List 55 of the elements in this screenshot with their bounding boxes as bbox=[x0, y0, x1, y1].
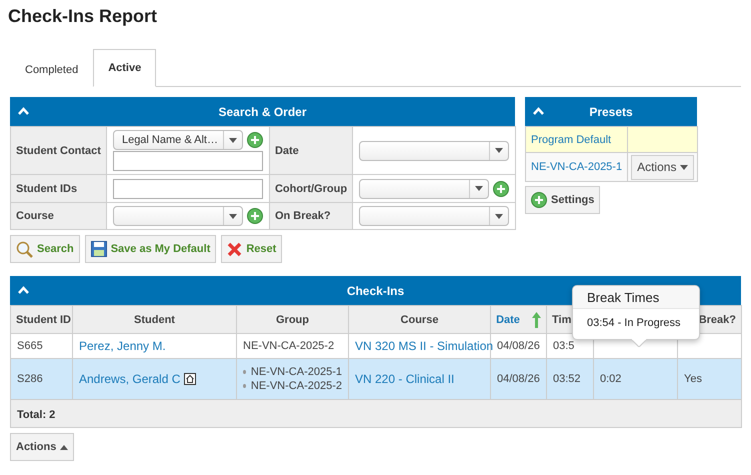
student-link[interactable]: Perez, Jenny M. bbox=[79, 339, 166, 353]
field-label: Cohort/Group bbox=[269, 174, 353, 202]
column-header[interactable]: Date bbox=[490, 306, 546, 334]
field-label: Student IDs bbox=[10, 174, 106, 202]
add-icon[interactable] bbox=[246, 132, 263, 148]
tab[interactable]: Active bbox=[93, 49, 156, 87]
save-button[interactable]: Save as My Default bbox=[84, 235, 216, 263]
text-field[interactable] bbox=[112, 179, 263, 199]
caret-up-icon bbox=[60, 444, 68, 450]
column-header: Group bbox=[236, 306, 348, 334]
collapse-icon[interactable] bbox=[18, 107, 29, 115]
collapse-icon[interactable] bbox=[18, 286, 29, 294]
column-header: Student bbox=[72, 306, 236, 334]
table-row[interactable]: S286 Andrews, Gerald C NE-VN-CA-2025-1 NE-VN-CA-2025-2 VN 220 - Clinical II 04/08/26 03:52 0:02 Yes bbox=[10, 358, 742, 400]
bullet-icon bbox=[243, 384, 246, 388]
caret-down-icon bbox=[475, 186, 484, 191]
group-name: NE-VN-CA-2025-2 bbox=[243, 340, 334, 352]
actions-button[interactable]: Actions bbox=[10, 433, 74, 461]
caret-down-icon bbox=[228, 138, 237, 142]
actions-button[interactable]: Actions bbox=[631, 154, 694, 180]
popover-title: Break Times bbox=[587, 290, 660, 304]
close-icon bbox=[227, 242, 242, 256]
column-header: Course bbox=[348, 306, 490, 334]
field-label: On Break? bbox=[269, 202, 353, 230]
table-row[interactable]: S665 Perez, Jenny M. NE-VN-CA-2025-2 VN 320 MS II - Simulation 04/08/26 03:5 bbox=[10, 334, 742, 358]
student-link[interactable]: Andrews, Gerald C bbox=[79, 372, 180, 386]
collapse-icon[interactable] bbox=[533, 107, 544, 115]
page-title: Check-Ins Report bbox=[8, 6, 158, 28]
preset-link[interactable]: NE-VN-CA-2025-1 bbox=[526, 152, 628, 182]
column-header: Student ID bbox=[10, 306, 72, 334]
dropdown[interactable]: Legal Name & Alt… bbox=[112, 130, 243, 150]
sort-up-icon bbox=[532, 312, 541, 328]
add-icon[interactable] bbox=[531, 192, 547, 208]
caret-down-icon bbox=[495, 148, 504, 153]
add-icon[interactable] bbox=[246, 208, 263, 224]
panel-header: Presets bbox=[525, 97, 697, 126]
settings-button[interactable]: Settings bbox=[525, 186, 600, 214]
caret-down-icon bbox=[228, 214, 237, 218]
group-name: NE-VN-CA-2025-2 bbox=[250, 379, 342, 393]
caret-down-icon bbox=[680, 164, 688, 170]
panel-header: Search & Order bbox=[10, 97, 515, 126]
bullet-icon bbox=[243, 370, 246, 374]
search-button[interactable]: Search bbox=[10, 235, 80, 263]
reset-button[interactable]: Reset bbox=[221, 235, 282, 263]
search-icon bbox=[16, 240, 33, 258]
total-count: Total: 2 bbox=[17, 408, 56, 420]
field-label: Date bbox=[269, 126, 353, 174]
caret-down-icon bbox=[495, 214, 504, 218]
course-link[interactable]: VN 320 MS II - Simulation bbox=[355, 339, 494, 353]
field-label: Student Contact bbox=[10, 126, 106, 174]
preset-link[interactable]: Program Default bbox=[526, 126, 628, 152]
field-label: Course bbox=[10, 202, 106, 230]
add-icon[interactable] bbox=[493, 180, 510, 196]
group-name: NE-VN-CA-2025-1 bbox=[250, 365, 342, 379]
text-field[interactable] bbox=[112, 151, 263, 171]
